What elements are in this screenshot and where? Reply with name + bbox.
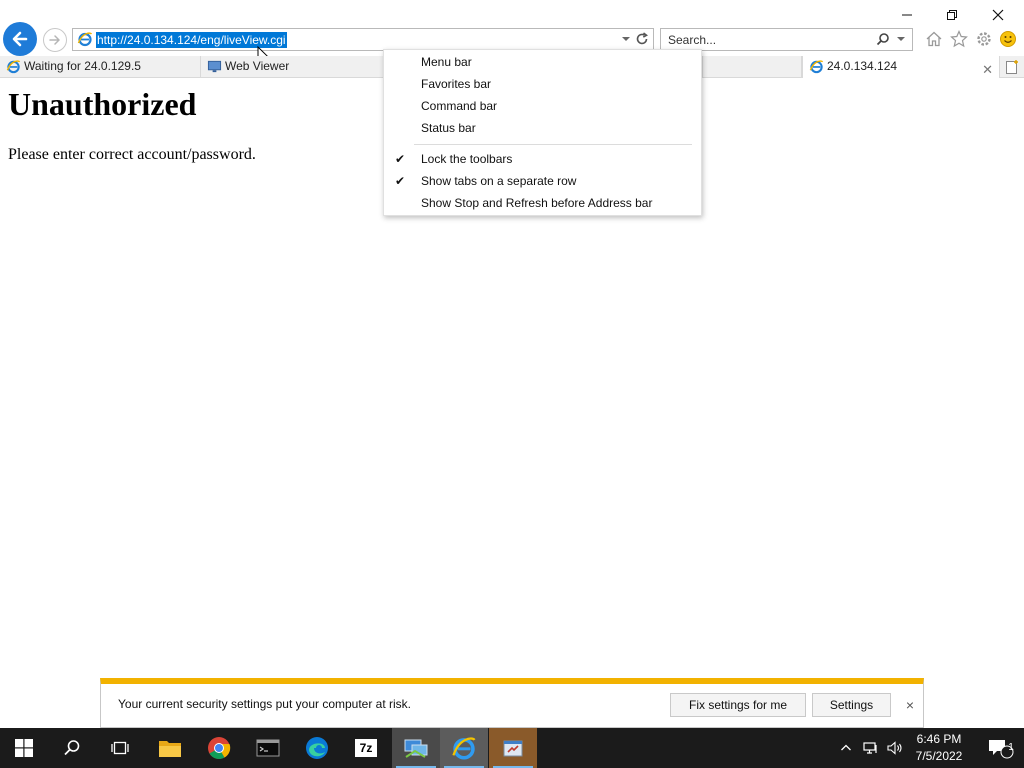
internet-explorer-button[interactable]	[440, 728, 488, 768]
menu-item-label: Command bar	[421, 99, 498, 113]
taskbar-clock[interactable]: 6:46 PM 7/5/2022	[906, 731, 972, 765]
menu-item-label: Menu bar	[421, 55, 472, 69]
back-button[interactable]	[3, 22, 37, 56]
start-button[interactable]	[0, 728, 48, 768]
menu-item-status-bar[interactable]: Status bar	[384, 117, 701, 139]
close-icon	[992, 9, 1004, 21]
toolbar-context-menu: Menu bar Favorites bar Command bar Statu…	[383, 49, 702, 216]
search-icon	[64, 740, 80, 756]
tools-app-button[interactable]	[489, 728, 537, 768]
menu-item-stop-refresh-before-address[interactable]: Show Stop and Refresh before Address bar	[384, 192, 701, 214]
restore-icon	[947, 10, 957, 20]
tools-app-icon	[503, 740, 523, 757]
show-hidden-icons-button[interactable]	[836, 728, 856, 768]
search-icon[interactable]	[876, 32, 890, 49]
minimize-icon	[902, 14, 912, 16]
menu-item-favorites-bar[interactable]: Favorites bar	[384, 73, 701, 95]
tab-web-viewer[interactable]: Web Viewer	[201, 56, 388, 78]
arrow-left-icon	[12, 31, 28, 47]
search-dropdown-icon[interactable]	[896, 33, 906, 48]
menu-item-lock-toolbars[interactable]: ✔ Lock the toolbars	[384, 148, 701, 170]
task-view-icon	[111, 741, 129, 755]
start-icon	[15, 739, 33, 757]
7zip-icon: 7z	[355, 739, 377, 757]
security-notification-bar: Your current security settings put your …	[100, 678, 924, 728]
browser-nav-bar: http://24.0.134.124/eng/liveView.cgi Sea…	[0, 0, 1024, 56]
menu-item-tabs-separate-row[interactable]: ✔ Show tabs on a separate row	[384, 170, 701, 192]
clock-time: 6:46 PM	[916, 732, 962, 746]
menu-item-menu-bar[interactable]: Menu bar	[384, 51, 701, 73]
page-title: Unauthorized	[8, 86, 197, 122]
arrow-right-icon	[49, 35, 60, 45]
chrome-button[interactable]	[195, 728, 243, 768]
terminal-icon	[256, 739, 280, 757]
action-center-button[interactable]: 1	[978, 728, 1024, 768]
chevron-up-icon	[841, 744, 851, 751]
volume-tray-button[interactable]	[884, 728, 906, 768]
file-explorer-icon	[159, 741, 181, 757]
checkmark-icon: ✔	[395, 174, 406, 188]
restore-button[interactable]	[929, 2, 975, 28]
fix-settings-button[interactable]: Fix settings for me	[670, 693, 806, 717]
search-input[interactable]: Search...	[660, 28, 913, 51]
tab-blank[interactable]	[702, 56, 802, 78]
menu-item-command-bar[interactable]: Command bar	[384, 95, 701, 117]
gear-icon[interactable]	[973, 28, 995, 50]
address-dropdown-icon[interactable]	[621, 33, 631, 48]
edge-icon	[306, 737, 328, 759]
tab-active-24-0-134-124[interactable]: 24.0.134.124 ✕	[802, 56, 1000, 78]
notification-message: Your current security settings put your …	[118, 697, 412, 711]
forward-button[interactable]	[43, 28, 67, 52]
ie-tab-icon	[6, 59, 21, 81]
volume-icon	[887, 741, 902, 755]
home-icon[interactable]	[923, 28, 945, 50]
chrome-icon	[208, 737, 231, 759]
network-app-icon	[404, 739, 428, 758]
task-view-button[interactable]	[96, 728, 144, 768]
internet-explorer-icon	[452, 737, 476, 760]
menu-item-label: Favorites bar	[421, 77, 492, 91]
page-message: Please enter correct account/password.	[8, 146, 256, 163]
ie-page-icon	[77, 31, 93, 50]
menu-item-label: Status bar	[421, 121, 476, 135]
smiley-feedback-icon[interactable]	[997, 28, 1019, 50]
search-placeholder: Search...	[668, 33, 717, 47]
new-tab-icon	[1006, 60, 1018, 74]
notification-close-icon[interactable]: ×	[906, 697, 914, 713]
file-explorer-button[interactable]	[146, 728, 194, 768]
terminal-button[interactable]	[244, 728, 292, 768]
settings-button[interactable]: Settings	[812, 693, 891, 717]
monitor-tab-icon	[207, 59, 222, 81]
taskbar: 7z 6:46 PM 7/5/2022 1	[0, 728, 1024, 768]
edge-button[interactable]	[293, 728, 341, 768]
taskbar-search-button[interactable]	[48, 728, 96, 768]
7zip-label: 7z	[359, 741, 373, 755]
tab-label: Waiting for 24.0.129.5	[24, 59, 141, 73]
clock-date: 7/5/2022	[915, 749, 963, 763]
tab-close-icon[interactable]: ✕	[982, 59, 993, 80]
address-bar[interactable]: http://24.0.134.124/eng/liveView.cgi	[72, 28, 654, 51]
network-icon	[863, 742, 877, 754]
new-tab-button[interactable]	[1002, 56, 1022, 78]
network-app-button[interactable]	[392, 728, 440, 768]
7zip-button[interactable]: 7z	[342, 728, 390, 768]
menu-separator	[414, 144, 692, 145]
favorites-star-icon[interactable]	[948, 28, 970, 50]
minimize-button[interactable]	[884, 2, 930, 28]
network-tray-button[interactable]	[860, 728, 882, 768]
menu-item-label: Show tabs on a separate row	[421, 174, 577, 188]
menu-item-label: Lock the toolbars	[421, 152, 513, 166]
tab-label: Web Viewer	[225, 59, 290, 73]
checkmark-icon: ✔	[395, 152, 406, 166]
tab-label: 24.0.134.124	[827, 59, 898, 73]
close-button[interactable]	[975, 2, 1021, 28]
notification-count: 1	[1008, 742, 1014, 753]
refresh-icon[interactable]	[635, 32, 649, 49]
menu-item-label: Show Stop and Refresh before Address bar	[421, 196, 653, 210]
ie-tab-icon	[809, 59, 824, 81]
tab-waiting[interactable]: Waiting for 24.0.129.5	[0, 56, 201, 78]
